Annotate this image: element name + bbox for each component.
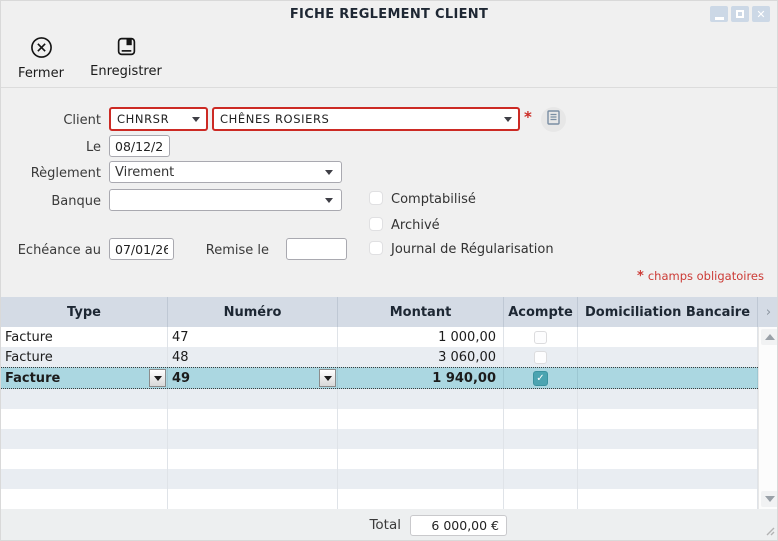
remise-label: Remise le [169,243,269,258]
enregistrer-button[interactable]: Enregistrer [85,36,167,79]
maximize-icon [736,10,744,18]
table-row[interactable]: Facture 47 1 000,00 [1,327,758,347]
comptabilise-checkbox[interactable] [369,191,383,205]
acompte-checkbox[interactable] [534,351,547,364]
banque-label: Banque [1,194,101,209]
required-note-text: champs obligatoires [648,269,764,283]
column-header-numero[interactable]: Numéro [168,297,338,327]
cell-montant[interactable]: 1 940,00 [338,368,504,388]
empty-row[interactable] [1,489,758,509]
empty-row[interactable] [1,449,758,469]
maximize-button[interactable] [731,6,749,22]
cell-type[interactable]: Facture [1,327,168,347]
archive-checkbox[interactable] [369,217,383,231]
grid-corner-chevron-icon[interactable]: › [758,297,778,327]
type-dropdown-button[interactable] [149,369,166,387]
floppy-disk-icon [116,36,137,57]
total-amount-input[interactable] [410,515,507,536]
vertical-scrollbar[interactable] [758,327,778,509]
minimize-button[interactable] [710,6,728,22]
required-fields-note: * champs obligatoires [637,269,764,284]
resize-grip[interactable] [764,521,775,540]
client-required-marker: * [524,108,532,126]
reglement-select[interactable]: Virement [109,161,342,183]
journal-regularisation-checkbox[interactable] [369,241,383,255]
total-label: Total [341,517,401,533]
cell-domiciliation[interactable] [578,368,758,388]
grid-body: Facture 47 1 000,00 Facture 48 3 060,00 … [1,327,758,509]
required-asterisk-icon: * [637,269,644,284]
scroll-up-button[interactable] [761,329,778,345]
circle-x-icon [30,36,53,59]
window-controls: ✕ [710,6,770,22]
client-name-value: CHÊNES ROSIERS [220,112,329,126]
numero-dropdown-button[interactable] [319,369,336,387]
le-label: Le [1,140,101,155]
client-code-value: CHNRSR [117,112,169,126]
table-row[interactable]: Facture 48 3 060,00 [1,347,758,367]
close-icon: ✕ [756,9,765,20]
scroll-down-button[interactable] [761,491,778,507]
empty-row[interactable] [1,389,758,409]
cell-numero[interactable]: 49 [168,368,338,388]
chevron-down-icon [325,198,333,203]
cell-acompte: ✓ [504,368,578,388]
cell-type-value: Facture [5,371,60,386]
cell-montant[interactable]: 1 000,00 [338,327,504,347]
reglement-value: Virement [115,165,174,180]
reglement-label: Règlement [1,166,101,181]
journal-regularisation-label: Journal de Régularisation [391,242,554,257]
le-date-input[interactable] [109,135,170,157]
column-header-type[interactable]: Type [1,297,168,327]
acompte-checkbox[interactable] [534,331,547,344]
triangle-down-icon [765,496,775,502]
cell-numero[interactable]: 48 [168,347,338,367]
enregistrer-label: Enregistrer [90,64,162,79]
banque-select[interactable] [109,189,342,211]
column-header-domiciliation[interactable]: Domiciliation Bancaire [578,297,758,327]
fermer-label: Fermer [18,66,64,81]
cell-numero[interactable]: 47 [168,327,338,347]
chevron-down-icon [325,170,333,175]
cell-acompte [504,347,578,367]
empty-row[interactable] [1,429,758,449]
cell-domiciliation[interactable] [578,327,758,347]
table-row-selected[interactable]: Facture 49 1 940,00 ✓ [1,367,758,389]
comptabilise-label: Comptabilisé [391,192,476,207]
document-list-icon [547,110,560,129]
chevron-down-icon [504,117,512,122]
minimize-icon [715,17,724,20]
cell-numero-value: 49 [172,371,190,386]
dialog-fiche-reglement-client: FICHE REGLEMENT CLIENT ✕ Fermer Enregist… [0,0,778,541]
client-label: Client [1,113,101,128]
client-name-combo[interactable]: CHÊNES ROSIERS [212,107,520,131]
cell-type[interactable]: Facture [1,368,168,388]
column-header-montant[interactable]: Montant [338,297,504,327]
cell-acompte [504,327,578,347]
echeance-label: Echéance au [1,243,101,258]
toolbar: Fermer Enregistrer [1,29,777,88]
grid-header: Type Numéro Montant Acompte Domiciliatio… [1,297,778,327]
chevron-down-icon [324,376,332,381]
archive-label: Archivé [391,218,440,233]
chevron-down-icon [192,117,200,122]
cell-domiciliation[interactable] [578,347,758,367]
empty-row[interactable] [1,409,758,429]
remise-date-input[interactable] [286,238,347,260]
title-bar: FICHE REGLEMENT CLIENT ✕ [1,1,777,29]
page-title: FICHE REGLEMENT CLIENT [1,7,777,22]
column-header-acompte[interactable]: Acompte [504,297,578,327]
empty-row[interactable] [1,469,758,489]
triangle-up-icon [765,334,775,340]
fermer-button[interactable]: Fermer [15,36,67,81]
client-lookup-button[interactable] [541,107,566,132]
echeance-date-input[interactable] [109,238,174,260]
client-code-combo[interactable]: CHNRSR [109,107,208,131]
cell-type[interactable]: Facture [1,347,168,367]
cell-montant[interactable]: 3 060,00 [338,347,504,367]
close-window-button[interactable]: ✕ [752,6,770,22]
acompte-checkbox-checked[interactable]: ✓ [533,371,548,386]
footer-bar: Total [1,509,777,541]
chevron-down-icon [154,376,162,381]
